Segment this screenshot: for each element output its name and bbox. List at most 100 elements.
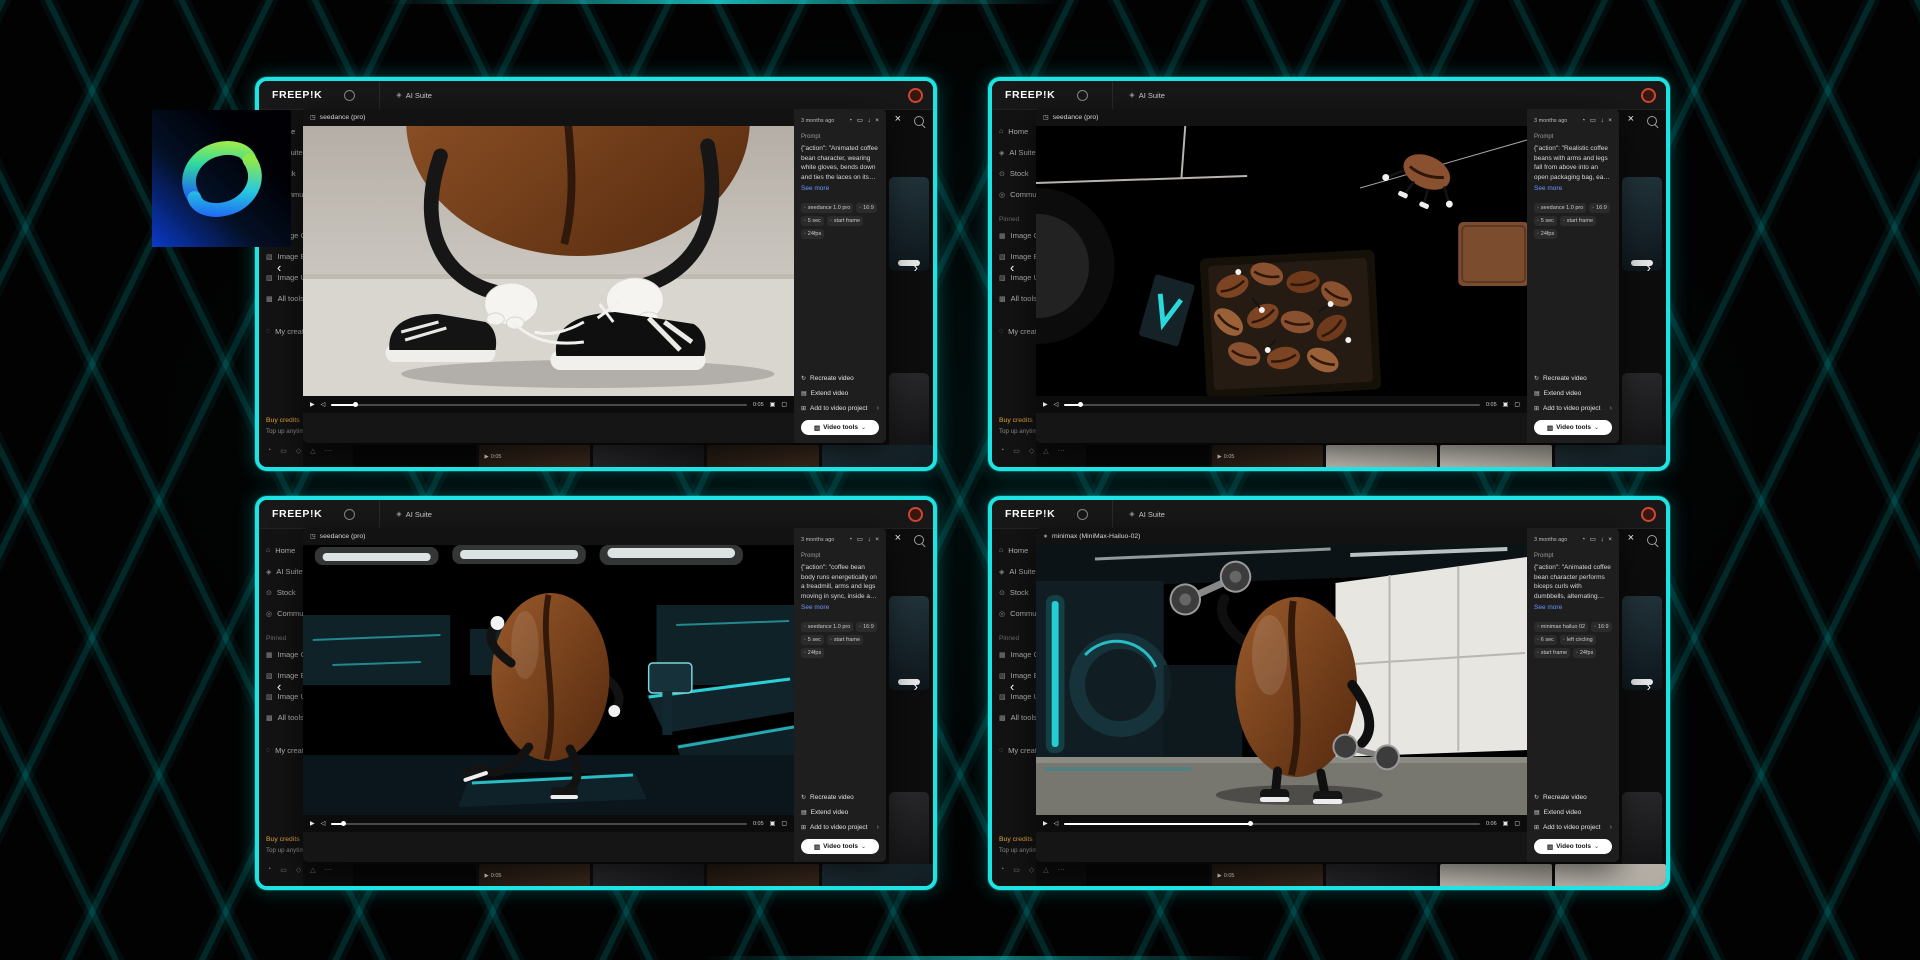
help-icon[interactable]: ◇	[1029, 866, 1034, 874]
video-thumbnail-tile[interactable]	[1326, 864, 1437, 890]
video-tools-button[interactable]: ▥Video tools⌄	[801, 839, 879, 854]
video-thumbnail-tile[interactable]	[1326, 445, 1437, 471]
avatar[interactable]	[908, 88, 923, 103]
info-icon[interactable]: ◔	[1581, 117, 1585, 124]
sidebar-item-all-tools[interactable]: ▩All tools	[999, 707, 1036, 728]
add-to-project-button[interactable]: ⊞Add to video project›	[801, 402, 879, 415]
freepik-logo[interactable]: FREEP!K	[1005, 508, 1055, 520]
video-thumbnail-tile[interactable]	[353, 864, 476, 890]
recreate-video-button[interactable]: ↻Recreate video	[801, 791, 879, 804]
video-player[interactable]	[303, 545, 794, 815]
history-icon[interactable]: ◔	[1000, 447, 1004, 455]
video-player[interactable]	[1036, 545, 1527, 815]
extend-video-button[interactable]: ▤Extend video	[1534, 806, 1612, 819]
sidebar-item-community[interactable]: ◎Community	[999, 603, 1036, 624]
play-button[interactable]: ▶	[1043, 821, 1048, 827]
see-more-link[interactable]: See more	[801, 604, 879, 611]
sidebar-item-stock[interactable]: ⊙Stock	[999, 582, 1036, 603]
prev-arrow[interactable]: ‹	[277, 680, 281, 693]
see-more-link[interactable]: See more	[1534, 604, 1612, 611]
freepik-logo[interactable]: FREEP!K	[272, 508, 322, 520]
collapse-circle-icon[interactable]	[344, 509, 355, 520]
next-arrow[interactable]: ›	[1647, 680, 1651, 693]
video-player[interactable]	[1036, 126, 1527, 396]
sidebar-item-image-upscaler[interactable]: ▨Image Upscaler	[999, 267, 1036, 288]
prev-arrow[interactable]: ‹	[1010, 261, 1014, 274]
video-thumbnail-tile[interactable]	[822, 864, 933, 890]
bell-icon[interactable]: △	[310, 447, 315, 455]
bell-icon[interactable]: △	[1043, 866, 1048, 874]
video-thumbnail-tile[interactable]	[353, 445, 476, 471]
play-button[interactable]: ▶	[1043, 402, 1048, 408]
tab-ai-suite[interactable]: ◈ AI Suite	[379, 500, 432, 528]
info-icon[interactable]: ◔	[1581, 536, 1585, 543]
volume-icon[interactable]: ◁	[321, 402, 326, 408]
video-thumbnail-tile[interactable]	[593, 864, 704, 890]
next-arrow[interactable]: ›	[1647, 261, 1651, 274]
close-icon[interactable]: ×	[1628, 533, 1634, 544]
search-icon[interactable]	[1647, 116, 1657, 126]
video-thumbnail-tile[interactable]: ▶0:05	[1212, 864, 1323, 890]
sidebar-item-my-creations[interactable]: ◌My creations	[266, 740, 303, 761]
close-icon[interactable]: ×	[895, 114, 901, 125]
more-icon[interactable]: ⋯	[1058, 866, 1065, 874]
sidebar-item-ai-suite[interactable]: ◈AI Suite	[999, 142, 1036, 163]
inbox-icon[interactable]: ▭	[1013, 447, 1020, 455]
more-icon[interactable]: ⋯	[1058, 447, 1065, 455]
video-player[interactable]	[303, 126, 794, 396]
folder-icon[interactable]: ▭	[857, 536, 863, 543]
next-arrow[interactable]: ›	[914, 261, 918, 274]
video-thumbnail-tile[interactable]	[707, 445, 818, 471]
pip-icon[interactable]: ▣	[770, 402, 776, 408]
fullscreen-icon[interactable]: ▢	[781, 821, 787, 827]
close-icon[interactable]: ×	[895, 533, 901, 544]
related-video-thumbnail[interactable]	[889, 373, 929, 451]
video-thumbnail-tile[interactable]: ▶0:05	[479, 864, 590, 890]
collapse-circle-icon[interactable]	[1077, 509, 1088, 520]
related-video-thumbnail[interactable]	[1622, 373, 1662, 451]
video-thumbnail-tile[interactable]	[707, 864, 818, 890]
folder-icon[interactable]: ▭	[1590, 117, 1596, 124]
add-to-project-button[interactable]: ⊞Add to video project›	[1534, 821, 1612, 834]
progress-bar[interactable]	[331, 404, 747, 406]
sidebar-item-stock[interactable]: ⊙Stock	[999, 163, 1036, 184]
extend-video-button[interactable]: ▤Extend video	[801, 387, 879, 400]
video-thumbnail-tile[interactable]	[593, 445, 704, 471]
avatar[interactable]	[1641, 507, 1656, 522]
help-icon[interactable]: ◇	[296, 447, 301, 455]
play-button[interactable]: ▶	[310, 821, 315, 827]
more-icon[interactable]: ⋯	[325, 447, 332, 455]
sidebar-item-ai-suite[interactable]: ◈AI Suite	[266, 561, 303, 582]
sidebar-item-image-editor[interactable]: ▧Image Editor	[999, 246, 1036, 267]
pip-icon[interactable]: ▣	[1503, 821, 1509, 827]
download-icon[interactable]: ↓	[1600, 536, 1603, 543]
video-tools-button[interactable]: ▥Video tools⌄	[1534, 420, 1612, 435]
search-icon[interactable]	[914, 116, 924, 126]
fullscreen-icon[interactable]: ▢	[1514, 821, 1520, 827]
sidebar-item-community[interactable]: ◎Community	[266, 603, 303, 624]
see-more-link[interactable]: See more	[1534, 185, 1612, 192]
recreate-video-button[interactable]: ↻Recreate video	[1534, 372, 1612, 385]
collapse-circle-icon[interactable]	[344, 90, 355, 101]
sidebar-item-home[interactable]: ⌂Home	[266, 540, 303, 561]
download-icon[interactable]: ↓	[1600, 117, 1603, 124]
sidebar-item-ai-suite[interactable]: ◈AI Suite	[999, 561, 1036, 582]
extend-video-button[interactable]: ▤Extend video	[1534, 387, 1612, 400]
sidebar-item-my-creations[interactable]: ◌My creations	[999, 321, 1036, 342]
progress-bar[interactable]	[1064, 404, 1480, 406]
info-icon[interactable]: ◔	[848, 536, 852, 543]
add-to-project-button[interactable]: ⊞Add to video project›	[801, 821, 879, 834]
add-to-project-button[interactable]: ⊞Add to video project›	[1534, 402, 1612, 415]
pip-icon[interactable]: ▣	[1503, 402, 1509, 408]
see-more-link[interactable]: See more	[801, 185, 879, 192]
sidebar-item-image-editor[interactable]: ▧Image Editor	[999, 665, 1036, 686]
sidebar-item-image-editor[interactable]: ▧Image Editor	[266, 246, 303, 267]
video-tools-button[interactable]: ▥Video tools⌄	[1534, 839, 1612, 854]
video-thumbnail-tile[interactable]: ▶0:05	[1212, 445, 1323, 471]
volume-icon[interactable]: ◁	[1054, 821, 1059, 827]
video-thumbnail-tile[interactable]	[1440, 864, 1551, 890]
play-button[interactable]: ▶	[310, 402, 315, 408]
download-icon[interactable]: ↓	[867, 117, 870, 124]
related-video-thumbnail[interactable]	[1622, 792, 1662, 870]
sidebar-item-all-tools[interactable]: ▩All tools	[266, 288, 303, 309]
